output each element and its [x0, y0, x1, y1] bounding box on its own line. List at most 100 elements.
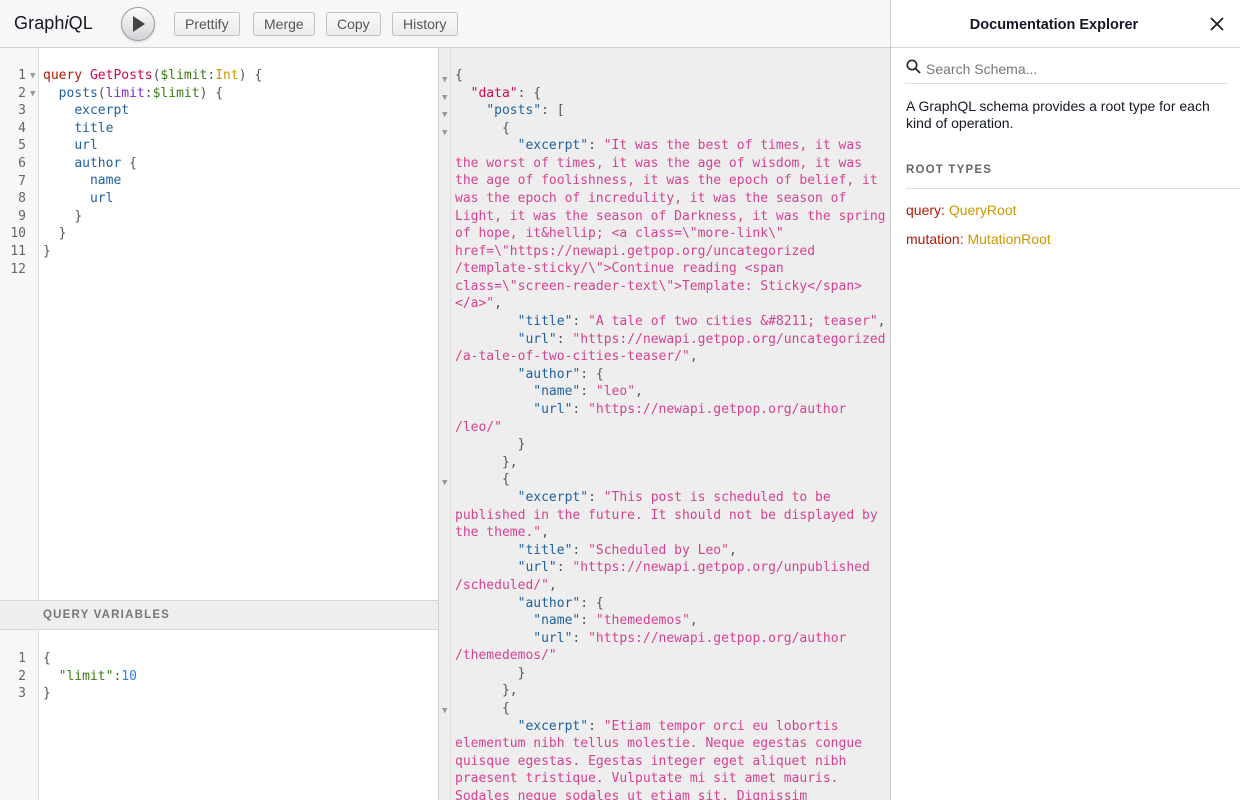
- result-line: "author": {: [517, 596, 604, 611]
- result-line: "url": "https://newapi.getpop.org/unpubl…: [517, 560, 870, 575]
- result-line: "url": "https://newapi.getpop.org/author: [533, 631, 847, 646]
- result-line: praesent tristique. Vulputate mi sit ame…: [455, 771, 839, 786]
- result-line: Light, it was the season of Darkness, it…: [455, 209, 886, 224]
- query-variables-header[interactable]: QUERY VARIABLES: [0, 600, 439, 630]
- line-number: 1: [18, 651, 26, 666]
- root-types-header: ROOT TYPES: [906, 164, 993, 176]
- prettify-button[interactable]: Prettify: [174, 12, 240, 36]
- query-line: }: [74, 209, 83, 224]
- query-editor[interactable]: 1 2 3 4 5 6 7 8 9 10 11 12 ▼ ▼ query GetPosts($limi…: [0, 48, 439, 600]
- result-viewer[interactable]: ▼ ▼ ▼ ▼ ▼ ▼ { "data": { "posts": [ { "ex…: [439, 48, 890, 800]
- result-line: },: [501, 683, 518, 698]
- result-line: {: [501, 472, 510, 487]
- variables-editor[interactable]: 1 2 3 { "limit":10 }: [0, 630, 439, 800]
- result-line: </a>",: [455, 296, 502, 311]
- result-line: the worst of times, it was the age of wi…: [455, 156, 862, 171]
- line-number: 1: [18, 68, 26, 83]
- line-number: 11: [10, 244, 26, 259]
- variables-line: "limit":10: [58, 669, 137, 684]
- result-line: "excerpt": "Etiam tempor orci eu loborti…: [517, 719, 839, 734]
- root-type-mutation: mutation: MutationRoot: [906, 231, 1051, 247]
- result-line: "name": "leo",: [533, 384, 643, 399]
- query-variables-title: QUERY VARIABLES: [43, 609, 171, 621]
- execute-button[interactable]: [121, 7, 155, 41]
- result-line: the age of foolishness, it was the epoch…: [455, 173, 878, 188]
- result-line: /leo/": [455, 420, 502, 435]
- line-number: 4: [18, 120, 26, 136]
- fold-icon[interactable]: ▼: [442, 706, 447, 716]
- query-line: }: [58, 226, 67, 241]
- fold-icon[interactable]: ▼: [442, 75, 447, 85]
- result-line: {: [455, 68, 463, 83]
- query-root-link[interactable]: QueryRoot: [949, 202, 1017, 218]
- fold-icon[interactable]: ▼: [442, 128, 447, 138]
- line-number: 7: [18, 173, 26, 189]
- variables-line: {: [43, 651, 51, 666]
- query-line: url: [89, 191, 114, 206]
- result-line: "title": "A tale of two cities &#8211; t…: [517, 314, 886, 329]
- line-number: 3: [18, 103, 26, 119]
- mutation-root-link[interactable]: MutationRoot: [967, 231, 1050, 247]
- schema-description: A GraphQL schema provides a root type fo…: [906, 98, 1210, 131]
- result-line: the theme.",: [455, 525, 549, 540]
- result-gutter: [439, 48, 451, 800]
- result-line: "excerpt": "It was the best of times, it…: [517, 138, 863, 153]
- variables-line: }: [43, 686, 51, 701]
- query-line: }: [43, 244, 51, 259]
- line-number: 9: [18, 208, 26, 224]
- line-number: 10: [10, 226, 26, 242]
- docs-search: [905, 56, 1227, 84]
- line-number: 8: [18, 191, 26, 207]
- result-line: "author": {: [517, 367, 604, 382]
- topbar: GraphiQL Prettify Merge Copy History: [0, 0, 890, 48]
- result-line: class=\"screen-reader-text\">Template: S…: [455, 279, 862, 294]
- search-icon: [906, 59, 921, 74]
- fold-icon[interactable]: ▼: [442, 478, 447, 488]
- history-button[interactable]: History: [392, 12, 458, 36]
- query-line: url: [74, 138, 98, 153]
- result-line: /a-tale-of-two-cities-teaser/",: [455, 349, 698, 364]
- result-line: "url": "https://newapi.getpop.org/uncate…: [517, 332, 886, 347]
- query-line: author {: [74, 156, 137, 171]
- result-line: "excerpt": "This post is scheduled to be: [517, 490, 831, 505]
- result-line: "url": "https://newapi.getpop.org/author: [533, 402, 847, 417]
- line-number: 3: [18, 686, 26, 702]
- result-line: {: [501, 701, 510, 716]
- result-line: /scheduled/",: [455, 578, 557, 593]
- query-line: query GetPosts($limit:Int) {: [43, 68, 263, 83]
- query-line: excerpt: [74, 103, 130, 118]
- docs-title: Documentation Explorer: [969, 17, 1139, 33]
- result-line: {: [501, 121, 510, 136]
- result-line: quisque egestas. Egestas integer eget al…: [455, 754, 847, 769]
- copy-button[interactable]: Copy: [326, 12, 381, 36]
- result-line: Sodales neque sodales ut etiam sit. Dign…: [455, 789, 808, 800]
- documentation-explorer: Documentation Explorer A GraphQL schema …: [890, 0, 1240, 800]
- result-line: /themedemos/": [455, 648, 557, 663]
- fold-icon[interactable]: ▼: [30, 71, 35, 81]
- line-number: 5: [18, 138, 26, 154]
- fold-icon[interactable]: ▼: [30, 89, 35, 99]
- search-schema-input[interactable]: [926, 58, 1222, 80]
- merge-button[interactable]: Merge: [253, 12, 315, 36]
- line-number: 2: [18, 668, 26, 684]
- graphiql-app: GraphiQL Prettify Merge Copy History 123…: [0, 0, 890, 800]
- fold-icon[interactable]: ▼: [442, 110, 447, 120]
- query-line: name: [89, 173, 122, 188]
- line-number: 12: [10, 261, 26, 277]
- result-line: "data": {: [470, 86, 542, 101]
- fold-icon[interactable]: ▼: [442, 93, 447, 103]
- query-line: title: [74, 121, 114, 136]
- graphiql-logo: GraphiQL: [14, 13, 93, 33]
- result-line: }: [517, 437, 526, 452]
- line-number: 6: [18, 156, 26, 171]
- result-line: of hope, it&hellip; <a class=\"more-link…: [455, 226, 784, 241]
- line-number: 2: [18, 85, 26, 101]
- root-types-divider: [906, 188, 1240, 189]
- result-line: }: [517, 666, 526, 681]
- docs-header-divider: [891, 47, 1240, 48]
- root-type-query: query: QueryRoot: [906, 202, 1017, 218]
- close-icon[interactable]: [1210, 17, 1226, 33]
- result-line: elementum nibh tellus molestie. Neque eg…: [455, 736, 862, 751]
- result-line: "title": "Scheduled by Leo",: [517, 543, 737, 558]
- result-line: "posts": [: [486, 103, 565, 118]
